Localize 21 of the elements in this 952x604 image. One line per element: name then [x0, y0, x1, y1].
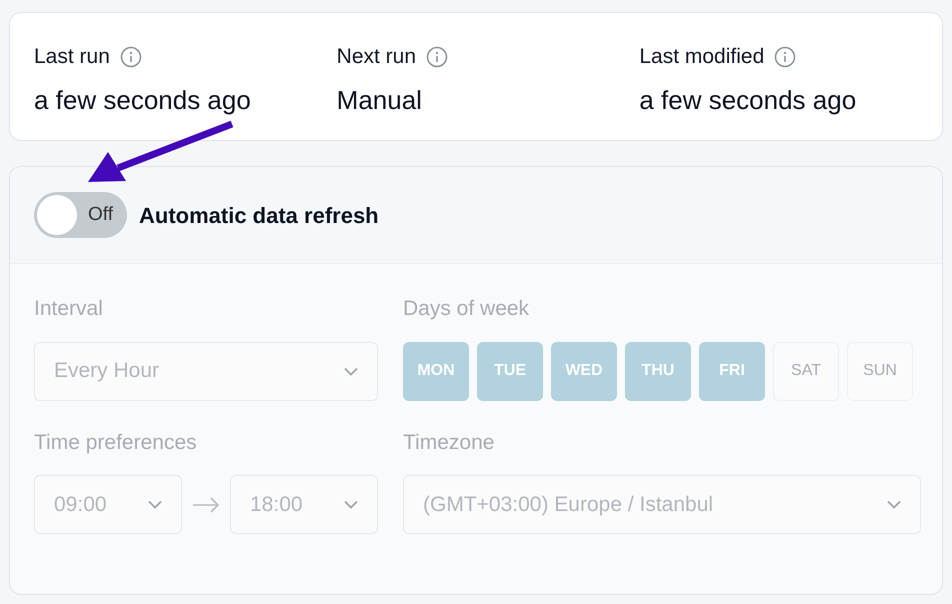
stat-value: a few seconds ago [34, 84, 252, 116]
field-label: Timezone [403, 430, 496, 456]
stat-label: Next run [336, 44, 416, 70]
chevron-down-icon [887, 500, 901, 509]
arrow-right-icon [192, 496, 220, 512]
section-title: Automatic data refresh [139, 202, 379, 230]
chevron-down-icon [344, 500, 358, 509]
info-icon [120, 46, 142, 68]
field-label: Interval [34, 296, 104, 322]
chevron-down-icon [344, 366, 358, 376]
toggle-switch[interactable]: Off [34, 192, 127, 238]
toggle-knob [37, 195, 77, 235]
info-icon [426, 46, 448, 68]
field-label: Days of week [403, 296, 530, 322]
stat-value: Manual [336, 84, 423, 116]
field-label: Time preferences [34, 430, 198, 456]
chevron-down-icon [148, 500, 162, 509]
stat-label: Last modified [639, 44, 764, 70]
info-icon [774, 46, 796, 68]
stat-label: Last run [34, 44, 110, 70]
stat-value: a few seconds ago [639, 84, 858, 116]
